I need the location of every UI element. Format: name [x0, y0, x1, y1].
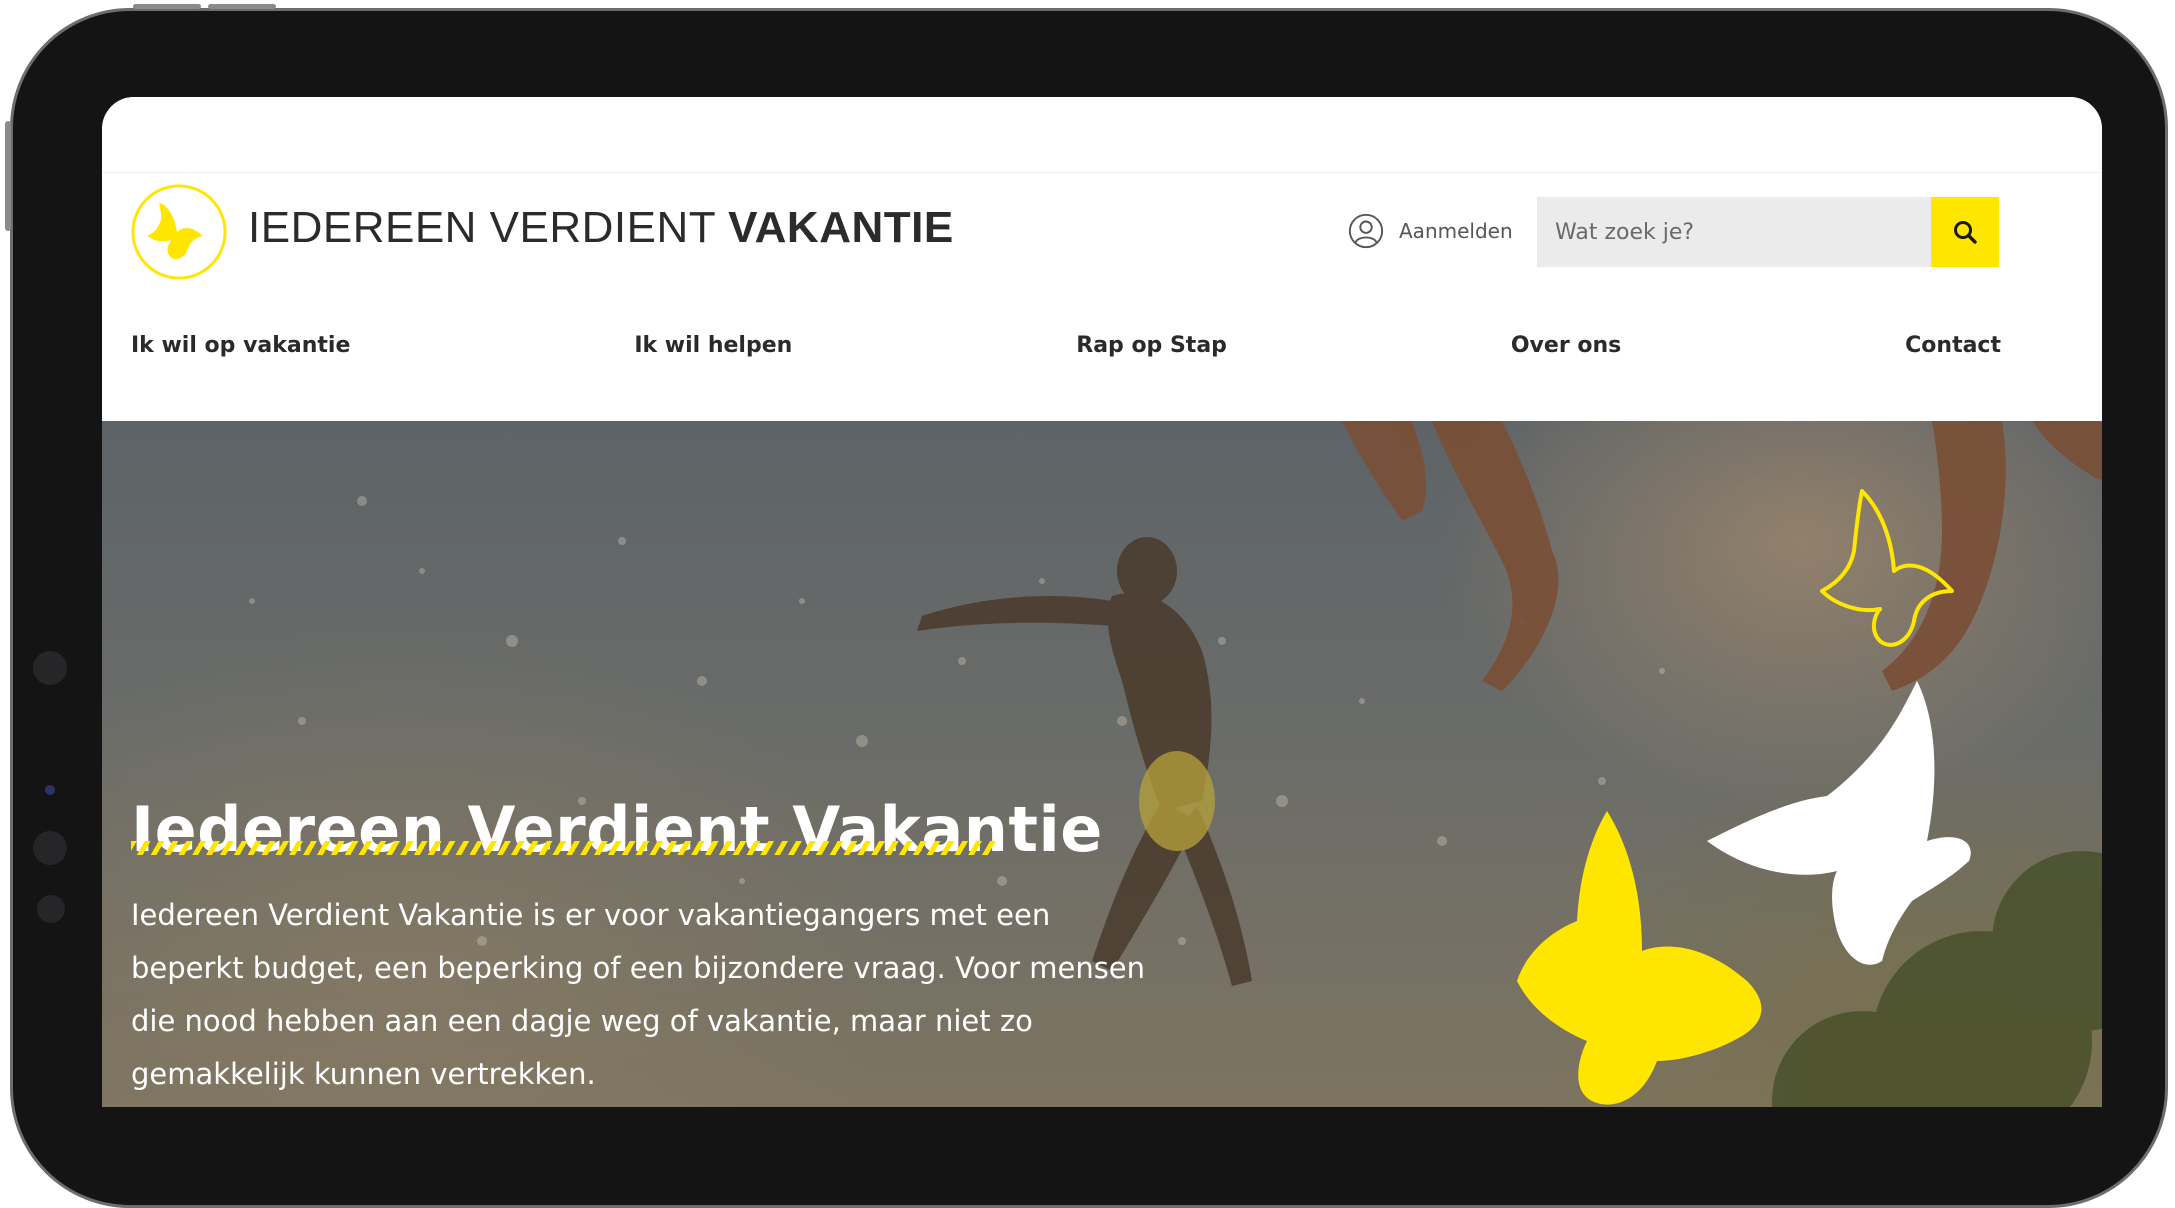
nav-item-contact[interactable]: Contact [1905, 333, 2001, 358]
site-title-bold: VAKANTIE [728, 203, 954, 252]
tablet-sensor [33, 651, 67, 685]
hero-description: Iedereen Verdient Vakantie is er voor va… [131, 898, 1146, 1091]
nav-item-over-ons[interactable]: Over ons [1511, 333, 1621, 358]
top-strip [102, 97, 2102, 173]
butterfly-yellow-icon [1517, 811, 1762, 1105]
tablet-volume-button [5, 121, 11, 231]
main-nav: Ik wil op vakantie Ik wil helpen Rap op … [131, 333, 2001, 358]
browser-screen: IEDEREEN VERDIENT VAKANTIE Aanmelden I [102, 97, 2102, 1107]
search-button[interactable] [1931, 197, 1999, 267]
nav-item-ik-wil-helpen[interactable]: Ik wil helpen [634, 333, 792, 358]
butterfly-white-icon [1707, 681, 1971, 965]
site-title[interactable]: IEDEREEN VERDIENT VAKANTIE [248, 203, 954, 253]
butterfly-logo-icon[interactable] [130, 183, 228, 281]
tablet-top-button [208, 4, 276, 9]
tablet-frame: IEDEREEN VERDIENT VAKANTIE Aanmelden I [5, 4, 2168, 1208]
login-label: Aanmelden [1399, 219, 1513, 243]
login-link[interactable]: Aanmelden [1347, 212, 1513, 250]
user-circle-icon [1348, 213, 1384, 249]
tablet-camera [45, 785, 55, 795]
nav-item-rap-op-stap[interactable]: Rap op Stap [1076, 333, 1227, 358]
search-icon [1954, 221, 1977, 244]
nav-item-ik-wil-op-vakantie[interactable]: Ik wil op vakantie [131, 333, 350, 358]
hero-banner: Iedereen Verdient Vakantie Iedereen Verd… [102, 421, 2102, 1107]
hero-title-underline [131, 841, 995, 855]
tablet-sensor [33, 831, 67, 865]
search-bar [1537, 197, 1999, 267]
site-title-regular: IEDEREEN VERDIENT [248, 203, 729, 252]
tablet-top-button [133, 4, 201, 9]
search-input[interactable] [1537, 197, 1931, 267]
tablet-sensor [37, 895, 65, 923]
